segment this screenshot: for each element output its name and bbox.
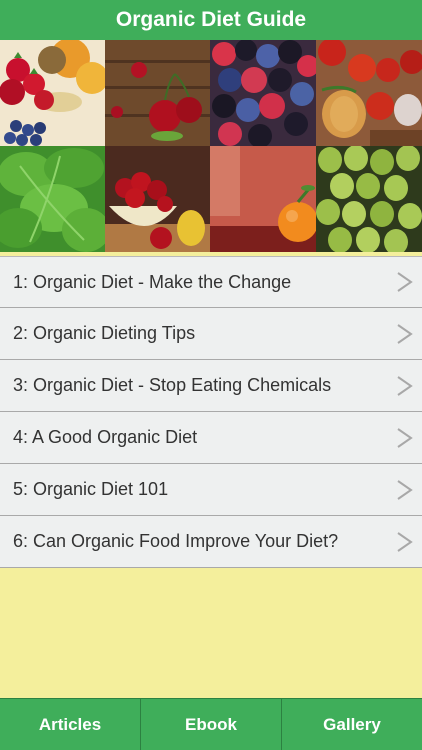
cherries-on-wood-image[interactable] <box>105 40 210 146</box>
list-item[interactable]: 3: Organic Diet - Stop Eating Chemicals <box>0 360 422 412</box>
bottom-tab-bar: Articles Ebook Gallery <box>0 698 422 750</box>
list-item[interactable]: 1: Organic Diet - Make the Change <box>0 256 422 308</box>
lettuce-leaves-image[interactable] <box>0 146 105 252</box>
orange-on-table-image[interactable] <box>210 146 316 252</box>
list-item[interactable]: 5: Organic Diet 101 <box>0 464 422 516</box>
article-title: 5: Organic Diet 101 <box>13 479 169 499</box>
chevron-right-icon <box>397 427 413 448</box>
tab-gallery[interactable]: Gallery <box>282 698 422 750</box>
tab-ebook[interactable]: Ebook <box>141 698 282 750</box>
cherries-bowl-image[interactable] <box>105 146 210 252</box>
chevron-right-icon <box>397 375 413 396</box>
mixed-berries-image[interactable] <box>210 40 316 146</box>
tomatoes-onion-garlic-image[interactable] <box>316 40 422 146</box>
page-title: Organic Diet Guide <box>115 8 307 31</box>
photo-grid <box>0 40 422 252</box>
chevron-right-icon <box>397 323 413 344</box>
article-title: 1: Organic Diet - Make the Change <box>13 271 292 292</box>
chevron-right-icon <box>397 272 413 292</box>
tab-articles[interactable]: Articles <box>0 698 141 750</box>
article-title: 4: A Good Organic Diet <box>13 427 198 447</box>
list-item[interactable]: 6: Can Organic Food Improve Your Diet? <box>0 516 422 568</box>
article-title: 2: Organic Dieting Tips <box>13 323 196 343</box>
article-title: 3: Organic Diet - Stop Eating Chemicals <box>13 375 332 395</box>
list-item[interactable]: 2: Organic Dieting Tips <box>0 308 422 360</box>
nav-header: Organic Diet Guide <box>0 0 422 41</box>
article-list: 1: Organic Diet - Make the Change 2: Org… <box>0 256 422 568</box>
chevron-right-icon <box>397 531 413 552</box>
green-pears-image[interactable] <box>316 146 422 252</box>
strawberries-kiwi-blueberries-image[interactable] <box>0 40 105 146</box>
article-title: 6: Can Organic Food Improve Your Diet? <box>13 531 339 551</box>
chevron-right-icon <box>397 479 413 500</box>
list-item[interactable]: 4: A Good Organic Diet <box>0 412 422 464</box>
